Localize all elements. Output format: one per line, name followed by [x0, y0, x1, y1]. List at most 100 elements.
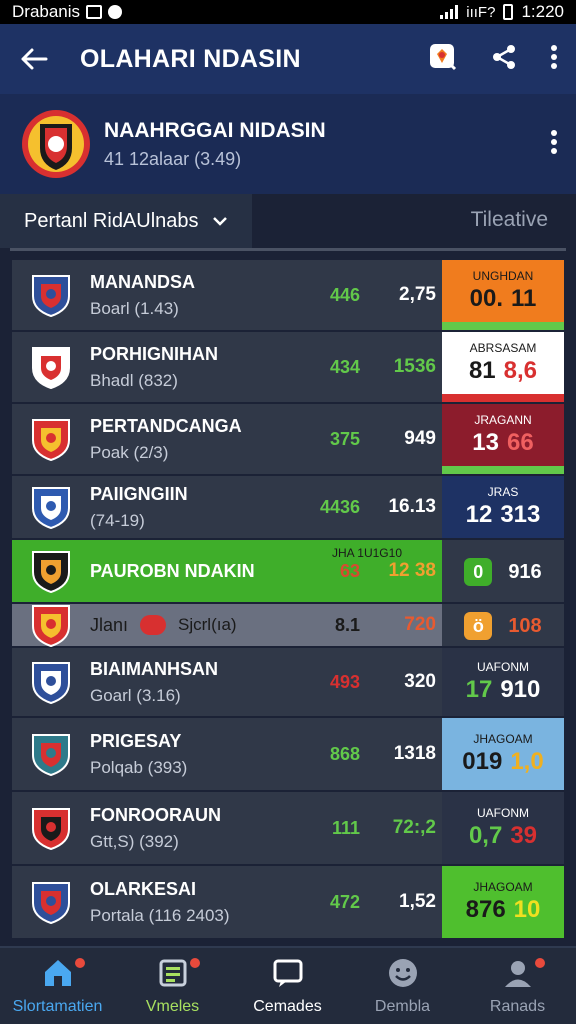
back-button[interactable]	[18, 43, 50, 75]
status-bar: Drabanis iııF? 1:220	[0, 0, 576, 24]
score-left: 0,7	[468, 822, 503, 849]
notification-badge	[75, 958, 85, 968]
home-icon	[44, 960, 71, 986]
nav-item-ranads[interactable]: Ranads	[460, 948, 575, 1024]
arrow-left-icon	[21, 48, 48, 70]
stat-a: 434	[329, 356, 360, 377]
favorite-button[interactable]	[428, 42, 458, 77]
team-cell[interactable]: OLARKESAI Portala (116 2403) 472 1,52	[12, 866, 442, 938]
score-card[interactable]: JHAGOAM 876 10	[442, 866, 564, 938]
team-name: PAUROBN NDAKIN	[90, 560, 255, 581]
table-row[interactable]: FONROORAUN Gtt,S) (392) 111 72:,2 UAFONM 0,7 3…	[12, 792, 564, 864]
stat-b: 1536	[393, 356, 436, 377]
league-name: NAAHRGGAI NIDASIN	[104, 118, 326, 142]
team-crest-icon	[32, 808, 70, 851]
score-card[interactable]: JRAGANN 13 66	[442, 404, 564, 474]
score-card-label: JRAS	[487, 485, 519, 499]
team-name: OLARKESAI	[90, 878, 197, 899]
team-subtitle: Gtt,S) (392)	[90, 831, 179, 851]
team-name: PERTANDCANGA	[90, 415, 242, 436]
score-cell: UAFONM 17 910	[442, 648, 564, 716]
team-crest-icon	[32, 734, 70, 777]
globe-icon	[108, 5, 123, 19]
score-card[interactable]: UAFONM 17 910	[442, 648, 564, 716]
team-cell[interactable]: FONROORAUN Gtt,S) (392) 111 72:,2	[12, 792, 442, 864]
stat-b: 320	[404, 671, 436, 692]
table-row[interactable]: PRIGESAY Polqab (393) 868 1318 JHAGOAM 019 1,0	[12, 718, 564, 790]
score-card[interactable]: JRAS 12 313	[442, 476, 564, 538]
team-name: MANANDSA	[90, 271, 195, 292]
table-row[interactable]: PERTANDCANGA Poak (2/3) 375 949 JRAGANN 13 66	[12, 404, 564, 474]
standings-list: MANANDSA Boarl (1.43) 446 2,75 UNGHDAN 00. 11 P…	[12, 260, 564, 940]
score-card-label: ABRSASAM	[469, 341, 537, 355]
score-card-label: UNGHDAN	[472, 269, 534, 283]
table-row[interactable]: Jlanı Sjcrl(ıa) 8.1 720 ö 108	[12, 604, 564, 648]
score-right: 1,0	[510, 748, 544, 775]
score-left: 00.	[469, 285, 503, 312]
team-cell[interactable]: PRIGESAY Polqab (393) 868 1318	[12, 718, 442, 790]
nav-item-dembla[interactable]: Dembla	[345, 948, 460, 1024]
team-subtitle: Boarl (1.43)	[90, 298, 179, 318]
table-row[interactable]: PAUROBN NDAKIN JHA 1U1G10 63 12 38 0 916	[12, 540, 564, 602]
overflow-menu-button[interactable]	[550, 44, 558, 75]
score-card[interactable]: ABRSASAM 81 8,6	[442, 332, 564, 402]
score-cell: JHAGOAM 019 1,0	[442, 718, 564, 790]
more-vertical-icon	[551, 44, 557, 69]
team-badge-icon	[140, 615, 167, 635]
score-card[interactable]: ö 108	[442, 604, 564, 646]
table-row[interactable]: MANANDSA Boarl (1.43) 446 2,75 UNGHDAN 00. 11	[12, 260, 564, 330]
team-cell[interactable]: PAIIGNGIIN (74-19) 4436 16.13	[12, 476, 442, 538]
nav-label: Slortamatien	[12, 998, 103, 1015]
team-subtitle: Polqab (393)	[90, 757, 188, 777]
team-subtitle: Poak (2/3)	[90, 442, 169, 462]
team-cell[interactable]: MANANDSA Boarl (1.43) 446 2,75	[12, 260, 442, 330]
app-bar: OLAHARI NDASIN	[0, 24, 576, 94]
nav-item-slortamatien[interactable]: Slortamatien	[0, 948, 115, 1024]
score-right: 39	[510, 822, 538, 849]
competition-dropdown[interactable]: Pertanl RidAUlnabs	[0, 194, 252, 248]
score-right: 10	[513, 896, 541, 923]
score-card[interactable]: 0 916	[442, 540, 564, 602]
tab-relative[interactable]: Tileative	[471, 208, 548, 232]
nav-item-cemades[interactable]: Cemades	[230, 948, 345, 1024]
score-card-label: JRAGANN	[474, 413, 532, 427]
chat-icon	[273, 959, 302, 987]
league-more-button[interactable]	[550, 129, 558, 160]
score-card-label: JHAGOAM	[473, 880, 533, 894]
table-row[interactable]: BIAIMANHSAN Goarl (3.16) 493 320 UAFONM 17 910	[12, 648, 564, 716]
score-card[interactable]: JHAGOAM 019 1,0	[442, 718, 564, 790]
stat-b: 12 38	[388, 560, 436, 581]
badge-icon	[430, 43, 457, 70]
stat-b: 949	[404, 428, 436, 449]
score-right: 11	[511, 285, 537, 312]
team-crest-icon	[32, 551, 70, 594]
profile-icon	[504, 961, 531, 987]
table-row[interactable]: PAIIGNGIIN (74-19) 4436 16.13 JRAS 12 313	[12, 476, 564, 538]
nav-item-vmeles[interactable]: Vmeles	[115, 948, 230, 1024]
stat-b: 16.13	[388, 496, 436, 517]
stat-b: 720	[404, 614, 436, 635]
table-row[interactable]: PORHIGNIHAN Bhadl (832) 434 1536 ABRSASAM 81 8…	[12, 332, 564, 402]
divider	[10, 248, 566, 251]
score-card-label: JHAGOAM	[473, 732, 533, 746]
score-right: 313	[500, 501, 541, 528]
score-card[interactable]: UNGHDAN 00. 11	[442, 260, 564, 330]
filter-row: Pertanl RidAUlnabs Tileative	[0, 194, 576, 250]
team-name: PAIIGNGIIN	[90, 483, 188, 504]
score-cell: UNGHDAN 00. 11	[442, 260, 564, 330]
stat-b: 2,75	[399, 284, 436, 305]
score-card[interactable]: UAFONM 0,7 39	[442, 792, 564, 864]
share-button[interactable]	[490, 43, 518, 76]
team-cell[interactable]: BIAIMANHSAN Goarl (3.16) 493 320	[12, 648, 442, 716]
team-cell[interactable]: PERTANDCANGA Poak (2/3) 375 949	[12, 404, 442, 474]
carrier-label: Drabanis	[12, 2, 81, 21]
team-cell[interactable]: PORHIGNIHAN Bhadl (832) 434 1536	[12, 332, 442, 402]
stat-a: 493	[329, 671, 360, 692]
team-cell[interactable]: Jlanı Sjcrl(ıa) 8.1 720	[12, 604, 442, 648]
team-name: PORHIGNIHAN	[90, 343, 219, 364]
score-cell: 0 916	[442, 540, 564, 602]
table-row[interactable]: OLARKESAI Portala (116 2403) 472 1,52 JHAGOA…	[12, 866, 564, 938]
team-cell[interactable]: PAUROBN NDAKIN JHA 1U1G10 63 12 38	[12, 540, 442, 602]
team-crest-icon	[32, 419, 70, 462]
team-crest-icon	[32, 662, 70, 705]
